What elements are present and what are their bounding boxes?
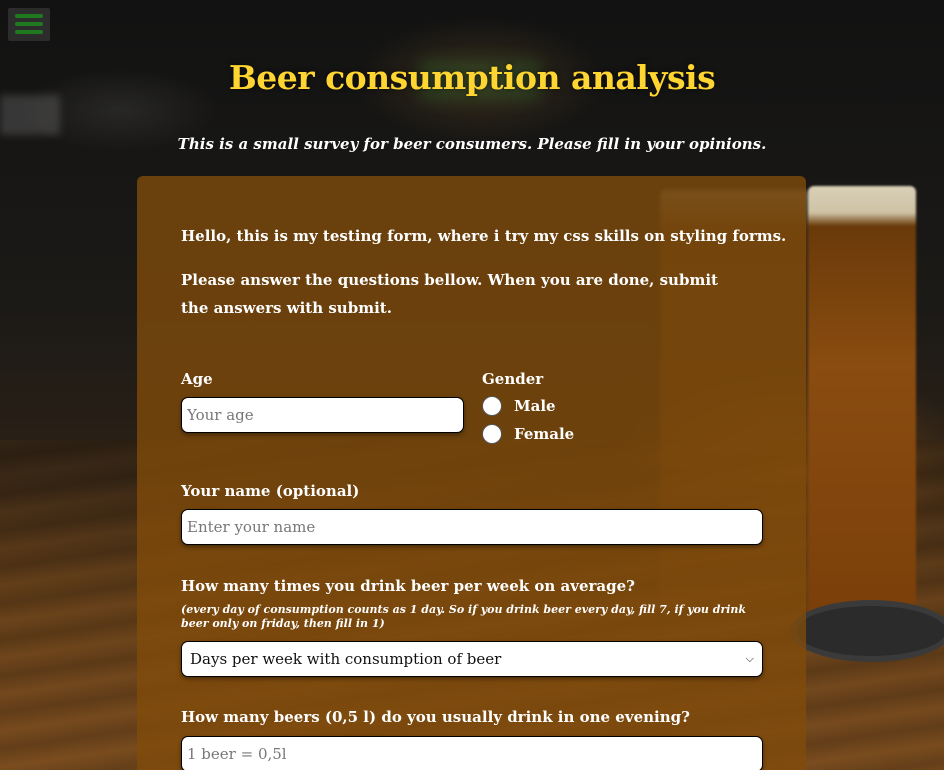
beers-per-evening-label: How many beers (0,5 l) do you usually dr… <box>181 708 690 726</box>
chevron-down-icon: ⌵ <box>745 652 754 665</box>
times-per-week-select[interactable]: Days per week with consumption of beer ⌵ <box>181 641 763 677</box>
gender-option-male[interactable]: Male <box>482 396 556 416</box>
intro-text: Hello, this is my testing form, where i … <box>181 227 787 245</box>
age-input[interactable] <box>181 397 464 433</box>
page-title: Beer consumption analysis <box>228 58 716 97</box>
male-label: Male <box>514 397 556 415</box>
background-sign <box>0 95 60 135</box>
female-radio[interactable] <box>482 424 502 444</box>
age-label: Age <box>181 370 213 388</box>
background-beer-glass <box>808 186 916 630</box>
hamburger-icon-bar <box>15 30 43 34</box>
menu-button[interactable] <box>8 8 50 41</box>
beers-per-evening-input[interactable] <box>181 736 763 770</box>
female-label: Female <box>514 425 575 443</box>
name-label: Your name (optional) <box>181 482 360 500</box>
hamburger-icon <box>15 14 43 18</box>
instructions-text: Please answer the questions bellow. When… <box>181 271 718 317</box>
gender-label: Gender <box>482 370 544 388</box>
gender-option-female[interactable]: Female <box>482 424 574 444</box>
male-radio[interactable] <box>482 396 502 416</box>
background-coaster <box>790 600 944 662</box>
times-per-week-hint: (every day of consumption counts as 1 da… <box>181 603 747 630</box>
select-value: Days per week with consumption of beer <box>190 650 502 668</box>
page-subtitle: This is a small survey for beer consumer… <box>177 135 767 153</box>
name-input[interactable] <box>181 509 763 545</box>
times-per-week-label: How many times you drink beer per week o… <box>181 577 635 595</box>
hamburger-icon-bar <box>15 22 43 26</box>
survey-form: Hello, this is my testing form, where i … <box>137 176 806 770</box>
